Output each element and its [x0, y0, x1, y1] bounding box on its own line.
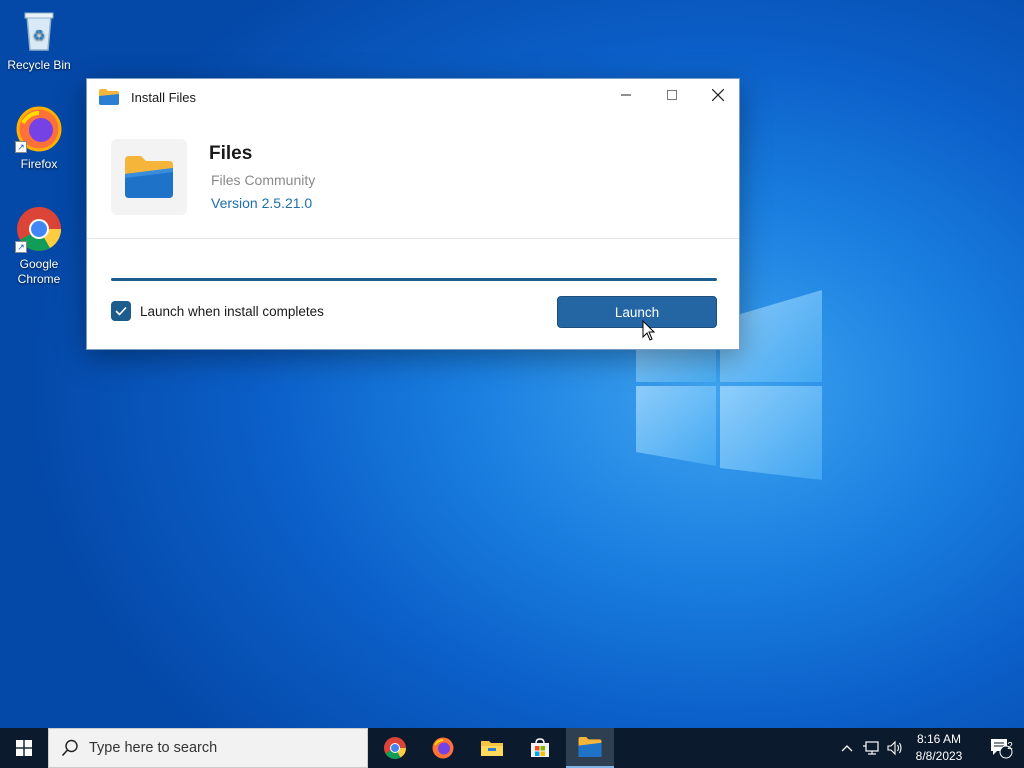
firefox-icon: [432, 737, 454, 759]
minimize-icon: [621, 94, 631, 96]
shortcut-arrow-icon: ↗: [15, 241, 27, 253]
windows-start-icon: [16, 740, 32, 756]
speaker-icon: [887, 740, 902, 756]
mouse-cursor-icon: [642, 320, 656, 341]
progress-fill: [111, 278, 717, 281]
maximize-button[interactable]: [649, 79, 695, 111]
title-bar[interactable]: Install Files: [87, 79, 739, 115]
files-app-icon: [125, 156, 173, 198]
show-hidden-icons-button[interactable]: [838, 728, 856, 768]
chrome-icon: [384, 737, 406, 759]
checkmark-icon: [115, 306, 127, 316]
desktop-icon-recycle-bin[interactable]: ♻ Recycle Bin: [0, 6, 78, 73]
search-icon: [61, 739, 78, 757]
install-progress-bar: [111, 278, 717, 281]
clock-date: 8/8/2023: [915, 749, 963, 763]
shortcut-arrow-icon: ↗: [15, 141, 27, 153]
desktop-icon-label: Firefox: [20, 157, 58, 171]
taskbar-chrome[interactable]: [371, 728, 419, 768]
window-title: Install Files: [131, 90, 197, 105]
launch-checkbox-label: Launch when install completes: [140, 303, 324, 319]
app-name: Files: [209, 143, 253, 164]
folder-icon: [98, 88, 120, 106]
taskbar-firefox[interactable]: [419, 728, 467, 768]
volume-tray-button[interactable]: [884, 728, 906, 768]
launch-button[interactable]: Launch: [557, 296, 717, 328]
files-app-icon: [578, 736, 602, 758]
start-button[interactable]: [0, 728, 48, 768]
close-button[interactable]: [695, 79, 741, 111]
install-dialog: Install Files Files Files Community Vers…: [86, 78, 740, 350]
launch-checkbox[interactable]: [111, 301, 131, 321]
app-publisher: Files Community: [211, 172, 316, 188]
taskbar-search-box[interactable]: Type here to search: [48, 728, 368, 768]
search-placeholder: Type here to search: [89, 740, 218, 756]
chrome-icon: ↗: [15, 205, 63, 253]
desktop-icon-label: Recycle Bin: [7, 58, 71, 72]
notification-count-badge: 2: [1007, 741, 1013, 752]
microsoft-store-icon: [531, 738, 549, 757]
launch-checkbox-row[interactable]: Launch when install completes: [111, 301, 324, 321]
close-icon: [712, 89, 724, 101]
action-center-button[interactable]: 2: [978, 728, 1024, 768]
network-icon: [863, 741, 879, 755]
network-tray-button[interactable]: [860, 728, 882, 768]
file-explorer-icon: [481, 741, 503, 756]
taskbar-clock[interactable]: 8:16 AM 8/8/2023: [912, 731, 966, 765]
svg-text:♻: ♻: [33, 27, 46, 43]
app-header: Files Files Community Version 2.5.21.0: [87, 115, 739, 239]
taskbar-microsoft-store[interactable]: [516, 728, 564, 768]
app-version: Version 2.5.21.0: [211, 195, 313, 211]
maximize-icon: [667, 90, 677, 100]
app-logo-tile: [111, 139, 187, 215]
chevron-up-icon: [841, 745, 853, 752]
recycle-bin-icon: ♻: [15, 6, 63, 54]
taskbar-file-explorer[interactable]: [468, 728, 516, 768]
taskbar-files-app[interactable]: [566, 728, 614, 768]
clock-time: 8:16 AM: [916, 732, 962, 746]
desktop-icon-label: Google Chrome: [17, 257, 61, 286]
desktop-icon-google-chrome[interactable]: ↗ Google Chrome: [0, 205, 78, 287]
desktop-icon-firefox[interactable]: ↗ Firefox: [0, 105, 78, 172]
firefox-icon: ↗: [15, 105, 63, 153]
minimize-button[interactable]: [603, 79, 649, 111]
taskbar: Type here to search 8:16 AM 8/8/2023 2: [0, 728, 1024, 768]
